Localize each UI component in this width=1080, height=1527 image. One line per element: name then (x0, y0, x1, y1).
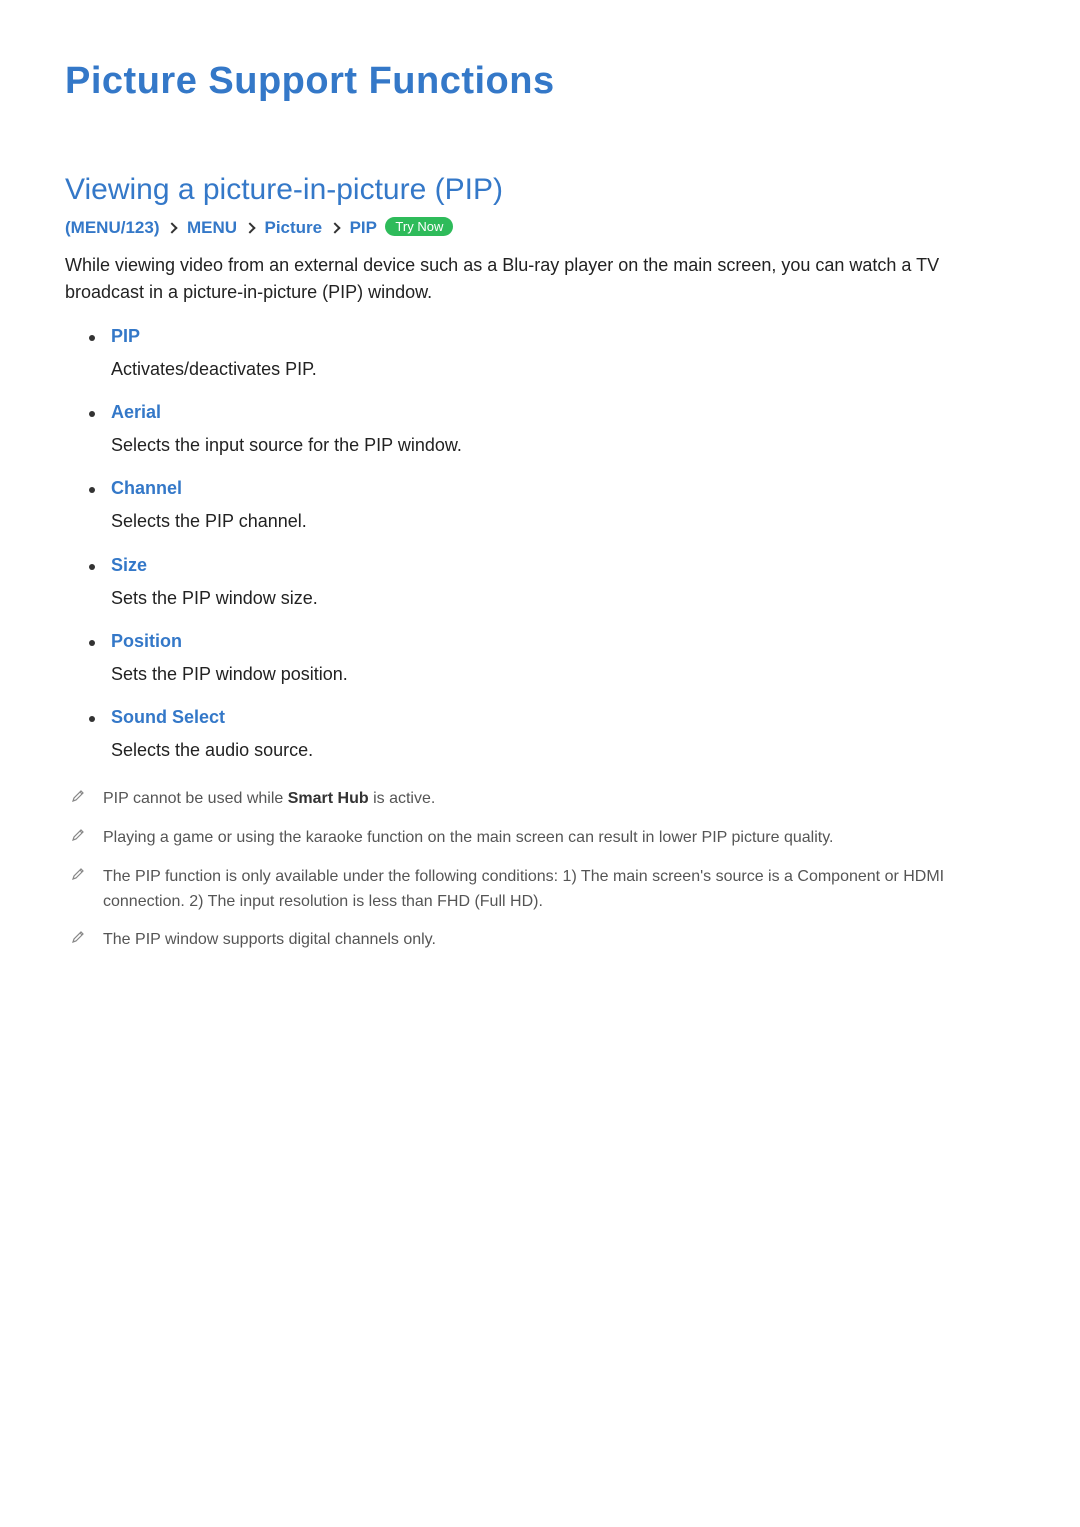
list-item: Sound Select Selects the audio source. (89, 707, 1015, 763)
setting-name: Aerial (111, 402, 1015, 423)
note-row: Playing a game or using the karaoke func… (65, 826, 1015, 851)
notes-section: PIP cannot be used while Smart Hub is ac… (65, 787, 1015, 953)
setting-name: PIP (111, 326, 1015, 347)
setting-desc: Sets the PIP window size. (111, 588, 318, 608)
note-row: PIP cannot be used while Smart Hub is ac… (65, 787, 1015, 812)
list-item: Channel Selects the PIP channel. (89, 478, 1015, 534)
setting-desc: Selects the audio source. (111, 740, 313, 760)
list-item: Aerial Selects the input source for the … (89, 402, 1015, 458)
setting-name: Sound Select (111, 707, 1015, 728)
pencil-icon (71, 865, 103, 881)
settings-list: PIP Activates/deactivates PIP. Aerial Se… (65, 326, 1015, 763)
breadcrumb-item-3: Picture (264, 218, 322, 237)
breadcrumb-item-4: PIP (350, 218, 377, 237)
breadcrumb-item-1: MENU/123 (71, 218, 154, 237)
note-text: The PIP window supports digital channels… (103, 928, 1015, 953)
pencil-icon (71, 826, 103, 842)
pencil-icon (71, 787, 103, 803)
note-text: Playing a game or using the karaoke func… (103, 826, 1015, 851)
chevron-right-icon (167, 222, 178, 233)
list-item: PIP Activates/deactivates PIP. (89, 326, 1015, 382)
breadcrumb: (MENU/123) MENU Picture PIP Try Now (65, 217, 1015, 238)
note-text: The PIP function is only available under… (103, 865, 1015, 915)
setting-desc: Selects the input source for the PIP win… (111, 435, 462, 455)
pencil-icon (71, 928, 103, 944)
list-item: Position Sets the PIP window position. (89, 631, 1015, 687)
setting-name: Size (111, 555, 1015, 576)
chevron-right-icon (244, 222, 255, 233)
page-title: Picture Support Functions (65, 60, 1015, 103)
setting-desc: Activates/deactivates PIP. (111, 359, 317, 379)
setting-name: Position (111, 631, 1015, 652)
section-title: Viewing a picture-in-picture (PIP) (65, 173, 1015, 207)
note-text-bold: Smart Hub (288, 790, 369, 807)
intro-text: While viewing video from an external dev… (65, 252, 1015, 306)
breadcrumb-item-2: MENU (187, 218, 237, 237)
note-row: The PIP window supports digital channels… (65, 928, 1015, 953)
setting-name: Channel (111, 478, 1015, 499)
note-row: The PIP function is only available under… (65, 865, 1015, 915)
note-text-before: PIP cannot be used while (103, 790, 288, 807)
note-text: PIP cannot be used while Smart Hub is ac… (103, 787, 1015, 812)
chevron-right-icon (329, 222, 340, 233)
setting-desc: Selects the PIP channel. (111, 511, 307, 531)
note-text-after: is active. (369, 790, 436, 807)
try-now-badge[interactable]: Try Now (385, 217, 453, 236)
setting-desc: Sets the PIP window position. (111, 664, 348, 684)
breadcrumb-paren-close: ) (154, 218, 160, 237)
list-item: Size Sets the PIP window size. (89, 555, 1015, 611)
